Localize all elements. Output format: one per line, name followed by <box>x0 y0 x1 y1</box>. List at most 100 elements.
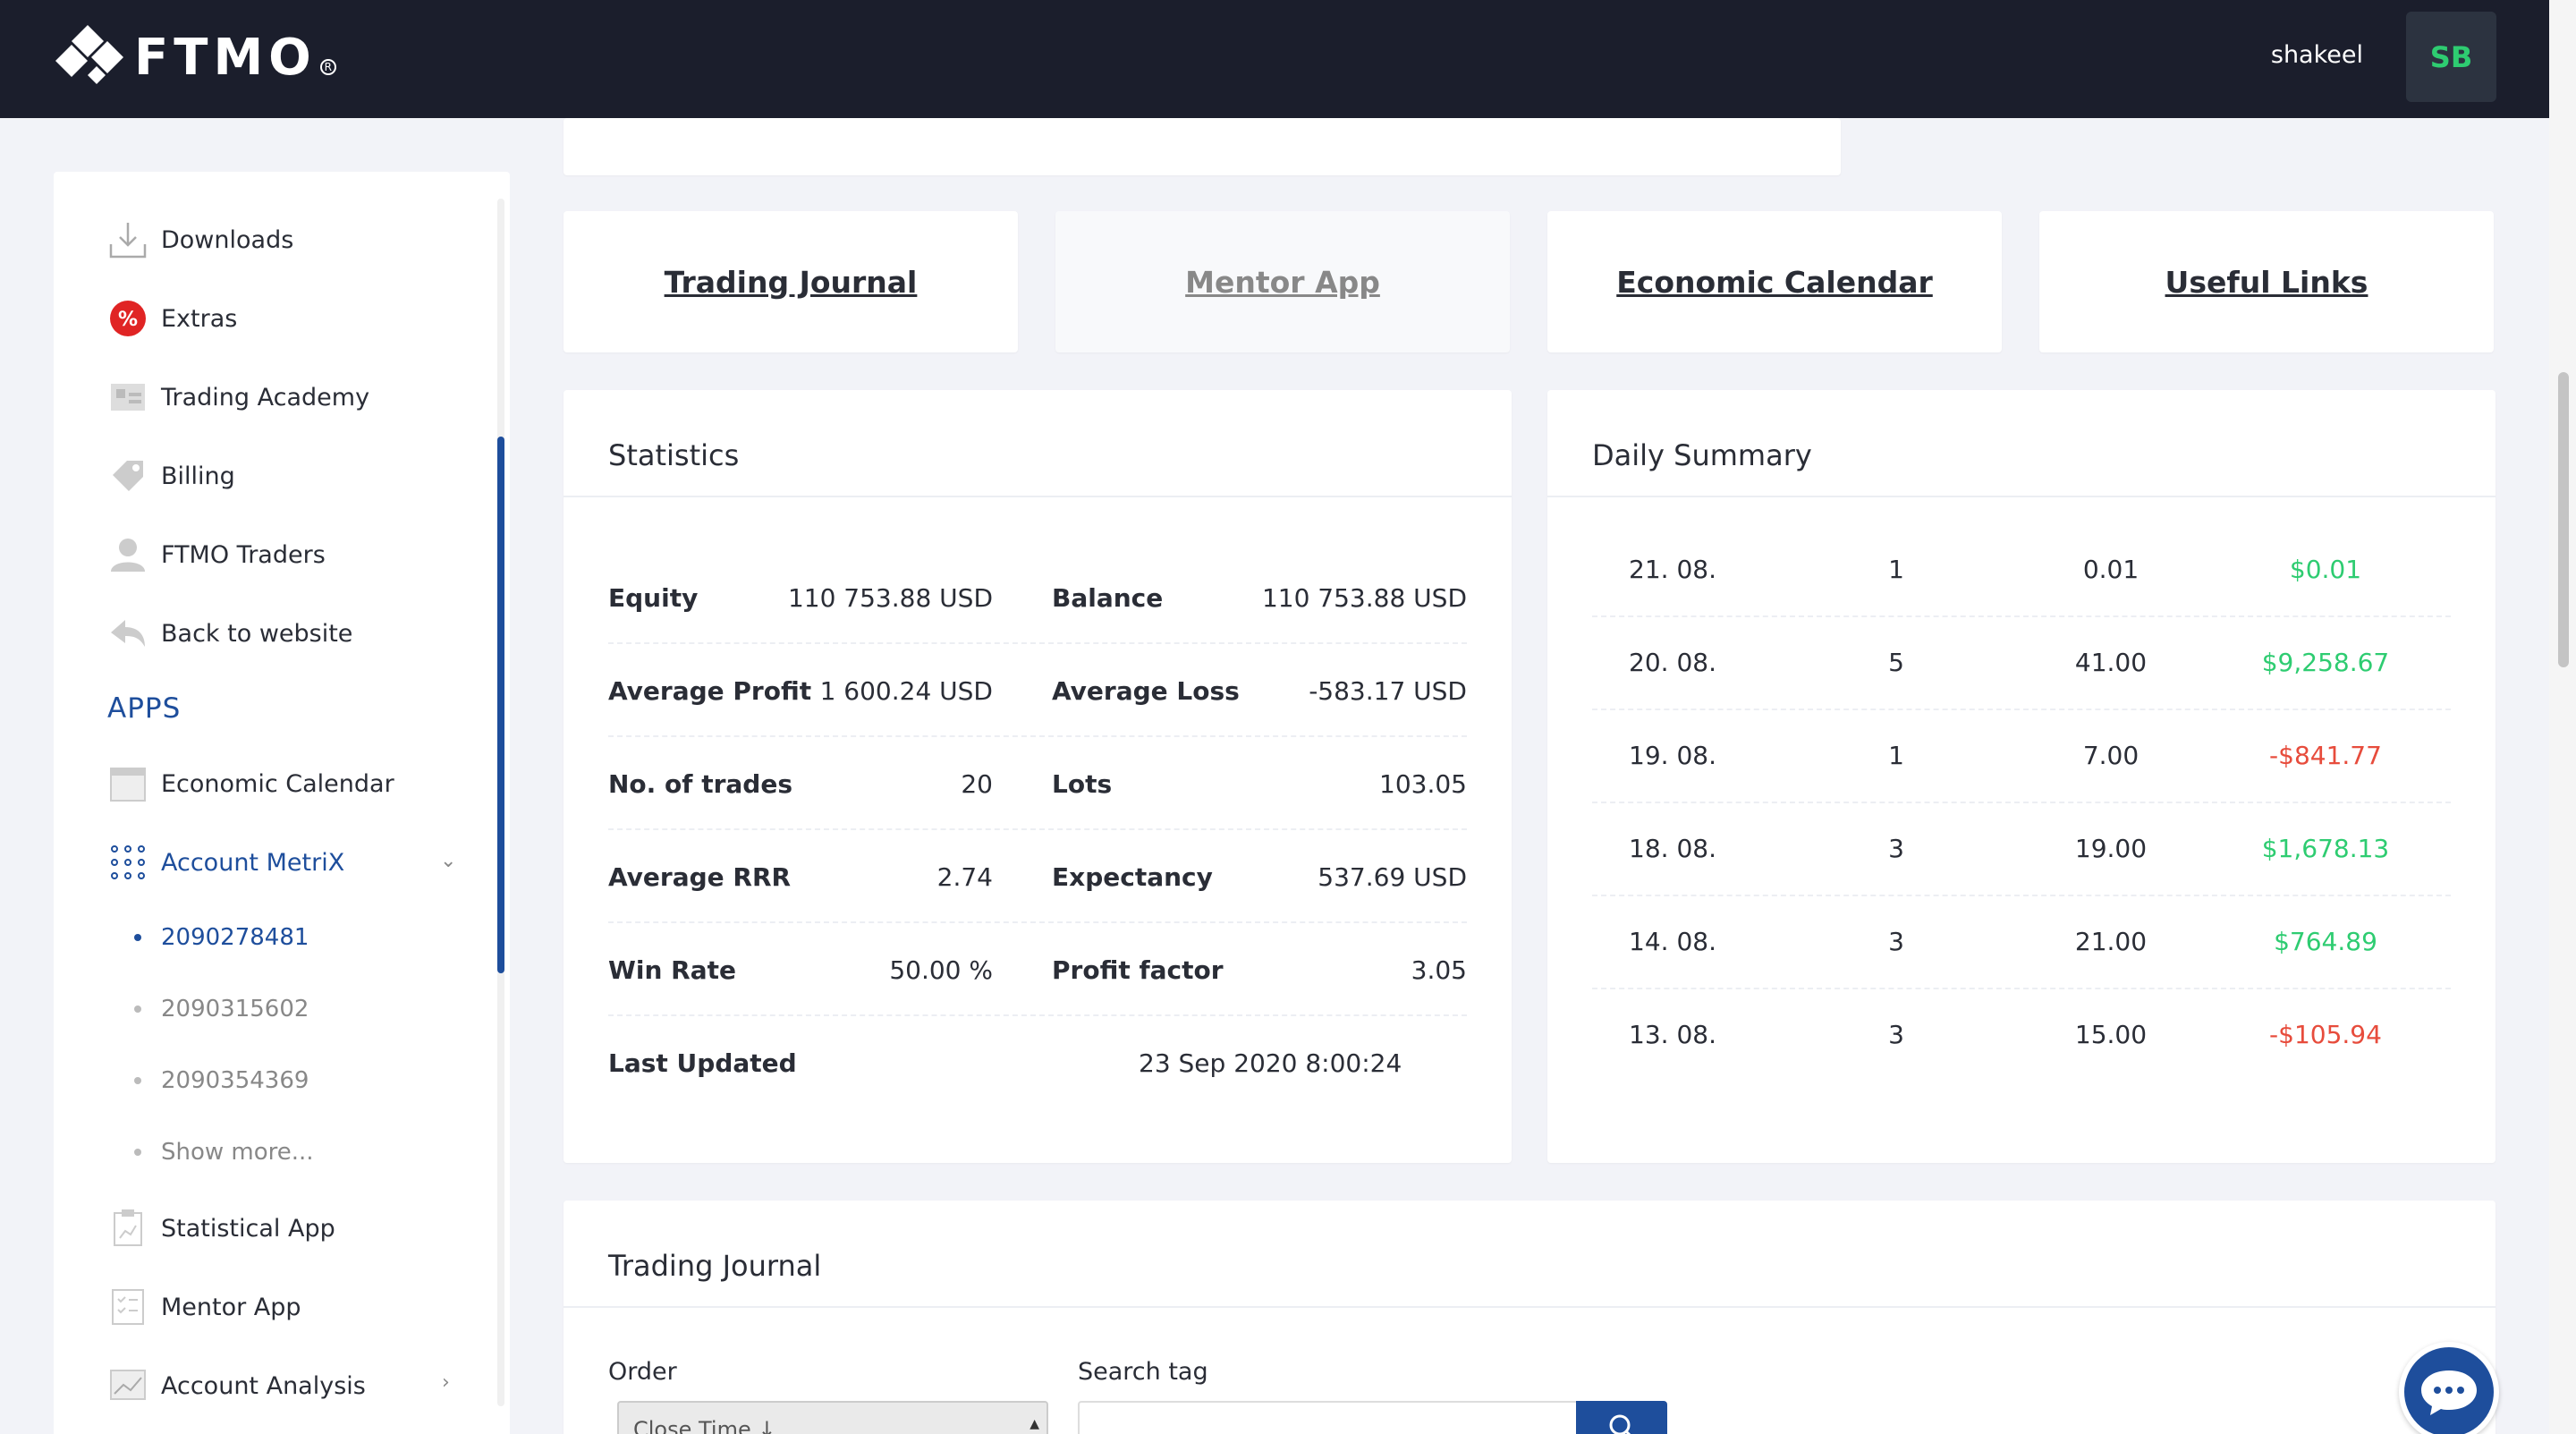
academy-icon <box>106 375 150 420</box>
search-button[interactable] <box>1576 1401 1667 1434</box>
sidebar-item-mentor-app[interactable]: Mentor App <box>106 1280 301 1334</box>
daily-summary-row: 13. 08. 3 15.00 -$105.94 <box>1592 989 2451 1082</box>
stat-label: No. of trades <box>608 769 793 799</box>
divider <box>1547 496 2496 497</box>
avatar[interactable]: SB <box>2406 12 2496 102</box>
sidebar-item-label: Downloads <box>161 225 294 254</box>
trading-journal-title: Trading Journal <box>608 1249 822 1283</box>
stat-row: Average RRR 2.74 Expectancy 537.69 USD <box>608 830 1467 923</box>
stat-row: Equity 110 753.88 USD Balance 110 753.88… <box>608 551 1467 644</box>
analysis-chart-icon <box>106 1363 150 1408</box>
sidebar-item-back-to-website[interactable]: Back to website <box>106 607 352 660</box>
divider <box>564 496 1512 497</box>
daily-summary-title: Daily Summary <box>1592 438 1812 472</box>
sidebar-item-label: Economic Calendar <box>161 769 394 798</box>
percent-badge-icon: % <box>106 296 150 341</box>
stat-value: 110 753.88 USD <box>1261 583 1467 613</box>
calendar-icon <box>106 761 150 806</box>
search-icon <box>1609 1414 1631 1434</box>
traders-icon <box>106 532 150 577</box>
top-bar: FTMO R shakeel SB <box>0 0 2549 118</box>
page-scrollbar-thumb[interactable] <box>2558 372 2569 667</box>
stat-value: 20 <box>961 769 993 799</box>
username[interactable]: shakeel <box>2271 41 2363 69</box>
sidebar-item-label: Back to website <box>161 619 353 648</box>
ftmo-logo[interactable]: FTMO R <box>54 21 336 93</box>
select-arrows-icon: ▲ <box>1030 1417 1039 1431</box>
sidebar-item-label: FTMO Traders <box>161 540 326 569</box>
divider <box>564 1306 2496 1308</box>
account-link-3[interactable]: 2090354369 <box>134 1067 309 1094</box>
day-date: 14. 08. <box>1629 927 1716 956</box>
order-label: Order <box>608 1358 677 1386</box>
search-tag-input[interactable] <box>1078 1401 1579 1434</box>
svg-text:%: % <box>118 309 138 331</box>
sidebar-scrollbar-thumb[interactable] <box>497 437 504 973</box>
quick-link-economic-calendar[interactable]: Economic Calendar <box>1547 211 2002 352</box>
sidebar-item-account-metrix[interactable]: Account MetriX <box>106 836 344 889</box>
statistics-panel: Statistics Equity 110 753.88 USD Balance… <box>564 390 1512 1163</box>
stat-value: -583.17 USD <box>1309 676 1467 706</box>
day-result: -$841.77 <box>2269 741 2382 770</box>
stat-value: 2.74 <box>936 862 993 892</box>
day-lots: 41.00 <box>2074 648 2148 677</box>
day-result: $764.89 <box>2274 927 2377 956</box>
day-trades: 1 <box>1888 555 1904 584</box>
stat-value: 3.05 <box>1411 955 1467 985</box>
day-trades: 1 <box>1888 741 1904 770</box>
day-result: $9,258.67 <box>2261 648 2390 677</box>
quick-link-useful-links[interactable]: Useful Links <box>2039 211 2494 352</box>
stat-value: 103.05 <box>1379 769 1467 799</box>
daily-summary-row: 14. 08. 3 21.00 $764.89 <box>1592 896 2451 989</box>
day-date: 13. 08. <box>1629 1020 1716 1049</box>
stat-label: Equity <box>608 583 699 613</box>
quick-link-trading-journal[interactable]: Trading Journal <box>564 211 1018 352</box>
account-link-1[interactable]: 2090278481 <box>134 924 309 951</box>
stat-label: Average RRR <box>608 862 792 892</box>
stat-value: 50.00 % <box>889 955 993 985</box>
sidebar-item-trading-academy[interactable]: Trading Academy <box>106 370 369 424</box>
show-more-label: Show more... <box>161 1139 314 1166</box>
day-result: $0.01 <box>2289 555 2362 584</box>
ftmo-logo-icon <box>55 25 123 84</box>
sidebar-item-label: Billing <box>161 462 235 490</box>
day-lots: 15.00 <box>2074 1020 2148 1049</box>
account-number: 2090354369 <box>161 1067 309 1094</box>
sidebar-item-label: Account Analysis <box>161 1371 366 1400</box>
sidebar-item-ftmo-traders[interactable]: FTMO Traders <box>106 528 326 581</box>
stat-label: Win Rate <box>608 955 736 985</box>
sidebar-item-label: Mentor App <box>161 1293 301 1321</box>
show-more-link[interactable]: Show more... <box>134 1139 314 1166</box>
account-link-2[interactable]: 2090315602 <box>134 996 309 1022</box>
order-select-value: Close Time ↓ <box>633 1417 776 1434</box>
chat-button[interactable] <box>2399 1342 2499 1434</box>
bullet-icon <box>134 1077 141 1084</box>
order-select[interactable]: Close Time ↓ ▲ <box>617 1401 1048 1434</box>
stat-label: Average Profit <box>608 676 812 706</box>
billing-tag-icon <box>106 454 150 498</box>
bullet-icon <box>134 934 141 941</box>
quick-link-label: Trading Journal <box>664 264 918 300</box>
stat-row: No. of trades 20 Lots 103.05 <box>608 737 1467 830</box>
quick-link-mentor-app[interactable]: Mentor App <box>1055 211 1510 352</box>
chevron-right-icon[interactable]: › <box>442 1371 450 1394</box>
sidebar-item-statistical-app[interactable]: Statistical App <box>106 1201 335 1255</box>
stat-row-last-updated: Last Updated 23 Sep 2020 8:00:24 <box>608 1016 1467 1109</box>
sidebar-item-economic-calendar[interactable]: Economic Calendar <box>106 757 394 810</box>
sidebar-item-downloads[interactable]: Downloads <box>106 213 293 267</box>
sidebar-item-label: Trading Academy <box>161 383 370 412</box>
stat-value: 1 600.24 USD <box>819 676 993 706</box>
chevron-down-icon[interactable]: ⌄ <box>440 850 456 872</box>
apps-heading: APPS <box>107 692 182 725</box>
sidebar-item-account-analysis[interactable]: Account Analysis <box>106 1359 366 1413</box>
sidebar-item-label: Extras <box>161 304 238 333</box>
sidebar-item-billing[interactable]: Billing <box>106 449 235 503</box>
day-date: 21. 08. <box>1629 555 1716 584</box>
sidebar-item-extras[interactable]: % Extras <box>106 292 237 345</box>
page-scrollbar[interactable] <box>2549 0 2576 1434</box>
bullet-icon <box>134 1005 141 1013</box>
stat-row: Average Profit 1 600.24 USD Average Loss… <box>608 644 1467 737</box>
top-card-partial <box>564 118 1841 175</box>
day-date: 20. 08. <box>1629 648 1716 677</box>
stat-row: Win Rate 50.00 % Profit factor 3.05 <box>608 923 1467 1016</box>
